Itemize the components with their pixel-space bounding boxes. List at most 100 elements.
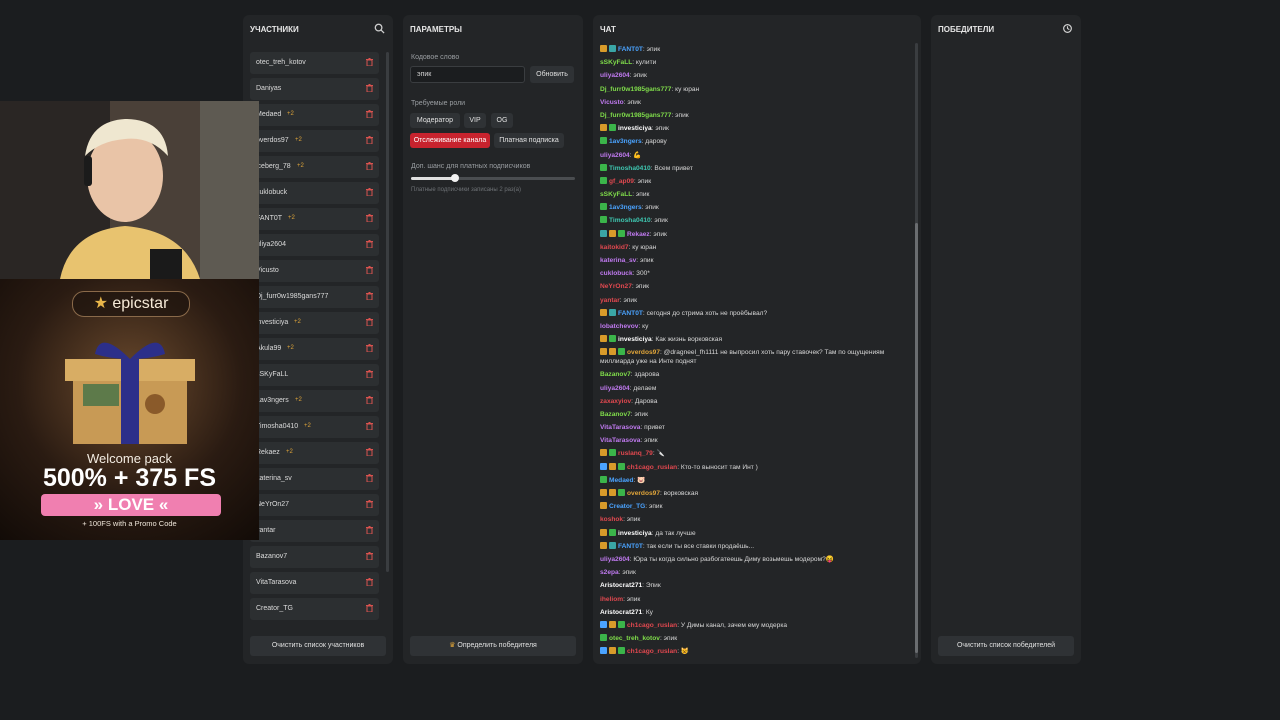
- participant-row[interactable]: Medaed +2: [250, 104, 379, 126]
- chat-username[interactable]: sSKyFaLL: [600, 191, 632, 198]
- trash-icon[interactable]: [366, 58, 374, 67]
- participant-row[interactable]: uliya2604: [250, 234, 379, 256]
- participant-row[interactable]: otec_treh_kotov: [250, 52, 379, 74]
- chance-slider-knob[interactable]: [451, 174, 460, 182]
- participant-row[interactable]: overdos97 +2: [250, 130, 379, 152]
- chat-username[interactable]: ch1cago_ruslan: [627, 622, 677, 629]
- chat-username[interactable]: overdos97: [627, 349, 660, 356]
- trash-icon[interactable]: [366, 422, 374, 431]
- trash-icon[interactable]: [366, 578, 374, 587]
- role-paid-chip[interactable]: Платная подписка: [494, 133, 564, 148]
- chat-username[interactable]: kaitokid7: [600, 244, 629, 251]
- chat-username[interactable]: lobatchevov: [600, 323, 638, 330]
- chat-username[interactable]: FANT0T: [618, 543, 643, 550]
- chat-username[interactable]: uliya2604: [600, 556, 630, 563]
- chat-username[interactable]: Creator_TG: [609, 503, 645, 510]
- chat-username[interactable]: ch1cago_ruslan: [627, 464, 677, 471]
- chat-username[interactable]: cuklobuck: [600, 270, 633, 277]
- trash-icon[interactable]: [366, 110, 374, 119]
- participant-row[interactable]: cuklobuck: [250, 182, 379, 204]
- clear-participants-button[interactable]: Очистить список участников: [250, 636, 386, 656]
- participants-scrollbar[interactable]: [386, 52, 389, 572]
- participant-row[interactable]: Dj_furr0w1985gans777: [250, 286, 379, 308]
- keyword-input[interactable]: эпик: [410, 66, 525, 83]
- trash-icon[interactable]: [366, 526, 374, 535]
- trash-icon[interactable]: [366, 474, 374, 483]
- participant-row[interactable]: Timosha0410 +2: [250, 416, 379, 438]
- chat-username[interactable]: investiciya: [618, 530, 652, 537]
- chat-username[interactable]: VitaTarasova: [600, 424, 640, 431]
- role-vip-chip[interactable]: VIP: [464, 113, 486, 128]
- chat-username[interactable]: s2epa: [600, 569, 619, 576]
- trash-icon[interactable]: [366, 240, 374, 249]
- clear-winners-button[interactable]: Очистить список победителей: [938, 636, 1074, 656]
- chat-username[interactable]: investiciya: [618, 125, 652, 132]
- search-icon[interactable]: [373, 23, 385, 35]
- role-og-chip[interactable]: OG: [491, 113, 513, 128]
- participant-row[interactable]: yantar: [250, 520, 379, 542]
- trash-icon[interactable]: [366, 292, 374, 301]
- trash-icon[interactable]: [366, 370, 374, 379]
- chat-username[interactable]: Dj_furr0w1985gans777: [600, 86, 671, 93]
- participant-row[interactable]: 1av3ngers +2: [250, 390, 379, 412]
- participant-row[interactable]: Creator_TG: [250, 598, 379, 620]
- chat-username[interactable]: zaxaxyiov: [600, 398, 631, 405]
- chat-username[interactable]: Rekaez: [627, 231, 650, 238]
- participant-row[interactable]: FANT0T +2: [250, 208, 379, 230]
- participant-row[interactable]: VitaTarasova: [250, 572, 379, 594]
- chat-username[interactable]: katerina_sv: [600, 257, 636, 264]
- chat-username[interactable]: 1av3ngers: [609, 204, 642, 211]
- chat-username[interactable]: sSKyFaLL: [600, 59, 632, 66]
- trash-icon[interactable]: [366, 604, 374, 613]
- trash-icon[interactable]: [366, 266, 374, 275]
- participant-row[interactable]: NeYrOn27: [250, 494, 379, 516]
- chat-username[interactable]: FANT0T: [618, 46, 643, 53]
- trash-icon[interactable]: [366, 84, 374, 93]
- chat-username[interactable]: Bazanov7: [600, 411, 631, 418]
- chat-username[interactable]: uliya2604: [600, 152, 630, 159]
- participant-row[interactable]: investiciya +2: [250, 312, 379, 334]
- chat-username[interactable]: yantar: [600, 297, 620, 304]
- trash-icon[interactable]: [366, 136, 374, 145]
- chat-username[interactable]: investiciya: [618, 336, 652, 343]
- participant-row[interactable]: Akula99 +2: [250, 338, 379, 360]
- chat-username[interactable]: ch1cago_ruslan: [627, 648, 677, 655]
- chat-username[interactable]: gf_ap09: [609, 178, 634, 185]
- chat-username[interactable]: otec_treh_kotov: [609, 635, 660, 642]
- chat-username[interactable]: Timosha0410: [609, 217, 651, 224]
- role-moderator-chip[interactable]: Модератор: [410, 113, 460, 128]
- chat-username[interactable]: ruslanq_79: [618, 450, 653, 457]
- trash-icon[interactable]: [366, 552, 374, 561]
- chat-username[interactable]: NeYrOn27: [600, 283, 632, 290]
- history-icon[interactable]: [1061, 23, 1073, 35]
- trash-icon[interactable]: [366, 214, 374, 223]
- participant-row[interactable]: sSKyFaLL: [250, 364, 379, 386]
- trash-icon[interactable]: [366, 396, 374, 405]
- trash-icon[interactable]: [366, 318, 374, 327]
- participant-row[interactable]: katerina_sv: [250, 468, 379, 490]
- chat-username[interactable]: Timosha0410: [609, 165, 651, 172]
- chat-username[interactable]: Aristocrat271: [600, 609, 642, 616]
- chat-scroll-thumb[interactable]: [915, 223, 918, 653]
- pick-winner-button[interactable]: ♛ Определить победителя: [410, 636, 576, 656]
- trash-icon[interactable]: [366, 500, 374, 509]
- chat-username[interactable]: uliya2604: [600, 385, 630, 392]
- participant-row[interactable]: Bazanov7: [250, 546, 379, 568]
- update-button[interactable]: Обновить: [530, 66, 574, 83]
- chat-username[interactable]: Aristocrat271: [600, 582, 642, 589]
- chat-username[interactable]: 1av3ngers: [609, 138, 642, 145]
- trash-icon[interactable]: [366, 448, 374, 457]
- participant-row[interactable]: Daniyas: [250, 78, 379, 100]
- chat-username[interactable]: overdos97: [627, 490, 660, 497]
- chat-username[interactable]: Dj_furr0w1985gans777: [600, 112, 671, 119]
- chat-username[interactable]: uliya2604: [600, 72, 630, 79]
- chat-username[interactable]: Bazanov7: [600, 371, 631, 378]
- chat-username[interactable]: VitaTarasova: [600, 437, 640, 444]
- trash-icon[interactable]: [366, 162, 374, 171]
- participant-row[interactable]: Rekaez +2: [250, 442, 379, 464]
- chance-slider[interactable]: [411, 174, 575, 182]
- chat-username[interactable]: FANT0T: [618, 310, 643, 317]
- chat-username[interactable]: Vicusto: [600, 99, 624, 106]
- trash-icon[interactable]: [366, 188, 374, 197]
- trash-icon[interactable]: [366, 344, 374, 353]
